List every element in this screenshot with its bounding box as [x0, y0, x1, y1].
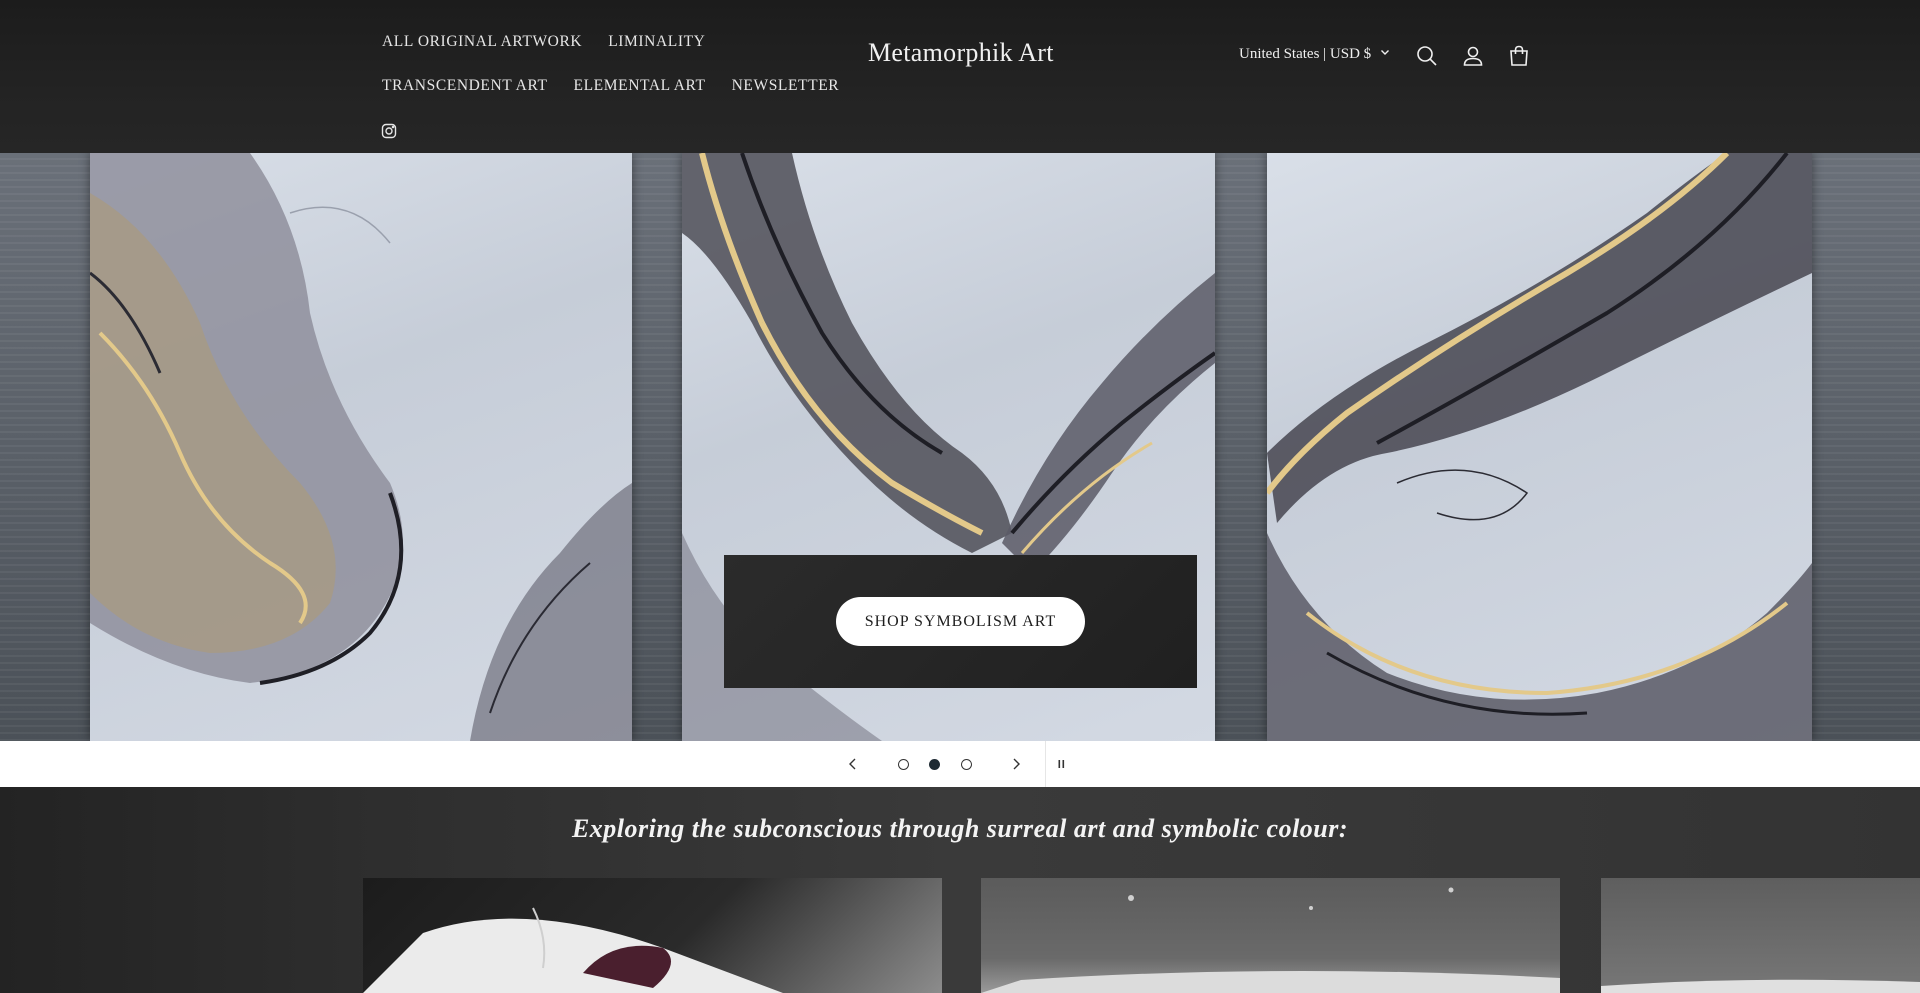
instagram-icon[interactable] — [381, 123, 397, 139]
search-icon[interactable] — [1415, 44, 1439, 68]
controls-divider — [1045, 741, 1046, 787]
site-header: ALL ORIGINAL ARTWORK LIMINALITY TRANSCEN… — [0, 0, 1920, 153]
hero-slideshow: SHOP SYMBOLISM ART — [0, 153, 1920, 741]
artwork-panel-3 — [1267, 153, 1812, 741]
shop-symbolism-art-button[interactable]: SHOP SYMBOLISM ART — [836, 597, 1085, 646]
previous-slide-button[interactable] — [843, 754, 863, 774]
country-currency-selector[interactable]: United States | USD $ — [1239, 46, 1391, 63]
chevron-down-icon — [1379, 46, 1391, 63]
nav-elemental-art[interactable]: ELEMENTAL ART — [574, 77, 706, 95]
cart-icon[interactable] — [1507, 44, 1531, 68]
stone-background-right — [1812, 153, 1920, 741]
section-tagline: Exploring the subconscious through surre… — [571, 814, 1349, 843]
artwork-panel-1 — [90, 153, 632, 741]
collection-card-1[interactable] — [363, 878, 942, 993]
nav-liminality[interactable]: LIMINALITY — [608, 33, 705, 51]
main-nav: ALL ORIGINAL ARTWORK LIMINALITY TRANSCEN… — [382, 20, 842, 108]
slide-dot-2[interactable] — [929, 759, 940, 770]
stone-divider-2 — [1215, 153, 1267, 741]
nav-transcendent-art[interactable]: TRANSCENDENT ART — [382, 77, 548, 95]
stone-divider-1 — [632, 153, 682, 741]
account-icon[interactable] — [1461, 44, 1485, 68]
slideshow-controls — [0, 741, 1920, 787]
locale-label: United States | USD $ — [1239, 46, 1372, 62]
slide-dot-1[interactable] — [898, 759, 909, 770]
next-slide-button[interactable] — [1006, 754, 1026, 774]
nav-newsletter[interactable]: NEWSLETTER — [732, 77, 840, 95]
hero-cta-box: SHOP SYMBOLISM ART — [724, 555, 1197, 688]
nav-row-1: ALL ORIGINAL ARTWORK LIMINALITY — [382, 20, 842, 64]
collection-card-2[interactable] — [981, 878, 1560, 993]
slide-dot-3[interactable] — [961, 759, 972, 770]
pause-slideshow-button[interactable] — [1052, 754, 1072, 774]
stone-background-left — [0, 153, 90, 741]
collection-card-3[interactable] — [1601, 878, 1920, 993]
site-logo[interactable]: Metamorphik Art — [868, 38, 1054, 68]
nav-row-2: TRANSCENDENT ART ELEMENTAL ART NEWSLETTE… — [382, 64, 842, 108]
nav-all-original-artwork[interactable]: ALL ORIGINAL ARTWORK — [382, 33, 582, 51]
